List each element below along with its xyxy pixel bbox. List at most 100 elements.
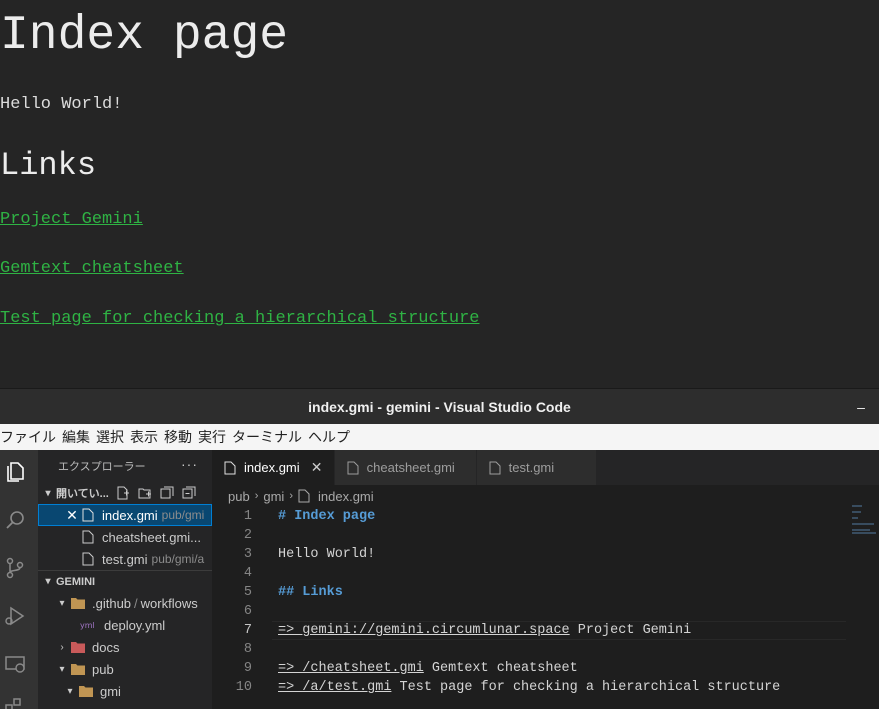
file-icon (82, 530, 94, 544)
close-icon[interactable]: ✕ (64, 507, 80, 524)
explorer-icon[interactable] (3, 460, 27, 484)
breadcrumb: pub › gmi › index.gmi (228, 485, 374, 507)
page-paragraph: Hello World! (0, 95, 123, 114)
activity-bar (0, 450, 38, 709)
close-icon[interactable]: ✕ (310, 459, 324, 476)
tree-folder-gmi[interactable]: ▾ gmi (38, 680, 212, 702)
menu-view[interactable]: 表示 (130, 424, 164, 450)
code-link-text: Test page for checking a hierarchical st… (391, 680, 781, 695)
chevron-right-icon: › (60, 641, 64, 653)
tab-test[interactable]: test.gmi (476, 450, 597, 485)
breadcrumb-file[interactable]: index.gmi (318, 489, 374, 504)
editor-tabs: index.gmi ✕ cheatsheet.gmi test.gmi (212, 450, 879, 485)
explorer-sidebar: エクスプローラー ··· ▾ 開いてい... ✕ index.gmi pub/g… (38, 450, 212, 709)
more-actions-icon[interactable]: ··· (181, 456, 198, 472)
menu-help[interactable]: ヘルプ (308, 424, 356, 450)
code-line: 4 (212, 564, 852, 583)
tree-file-deploy[interactable]: yml deploy.yml (38, 614, 212, 636)
code-line: 8 (212, 640, 852, 659)
code-link[interactable]: => /a/test.gmi (278, 680, 391, 695)
collapse-all-icon[interactable] (181, 485, 197, 501)
svg-text:yml: yml (80, 621, 95, 630)
chevron-down-icon: ▾ (59, 597, 65, 609)
link-test-page[interactable]: Test page for checking a hierarchical st… (0, 308, 479, 330)
breadcrumb-gmi[interactable]: gmi (263, 489, 284, 504)
code-line: 6 (212, 602, 852, 621)
code-line: 5 ## Links (212, 583, 852, 602)
workspace-section[interactable]: ▾ GEMINI (38, 570, 212, 592)
tree-folder-docs[interactable]: › docs (38, 636, 212, 658)
code-link[interactable]: => gemini://gemini.circumlunar.space (278, 623, 570, 638)
menu-terminal[interactable]: ターミナル (232, 424, 308, 450)
explorer-title: エクスプローラー (58, 461, 146, 473)
tab-cheatsheet[interactable]: cheatsheet.gmi (334, 450, 477, 485)
open-editor-name: test.gmi (102, 551, 148, 567)
chevron-down-icon: ▾ (45, 576, 51, 587)
remote-explorer-icon[interactable] (3, 652, 27, 676)
chevron-down-icon: ▾ (45, 487, 51, 499)
window-titlebar: index.gmi - gemini - Visual Studio Code … (0, 388, 879, 424)
code-text: Hello World! (278, 547, 376, 562)
code-line: 9 => /cheatsheet.gmi Gemtext cheatsheet (212, 659, 852, 678)
code-heading: # Index page (278, 509, 376, 524)
code-line-current: 7 => gemini://gemini.circumlunar.space P… (212, 621, 852, 640)
window-title: index.gmi - gemini - Visual Studio Code (308, 399, 571, 415)
tree-folder-github[interactable]: ▾ .github / workflows (38, 592, 212, 614)
open-editor-name: index.gmi (102, 507, 158, 523)
line-number: 2 (243, 528, 252, 543)
open-editor-name: cheatsheet.gmi... (102, 529, 201, 545)
minimap[interactable] (852, 505, 879, 705)
extensions-icon[interactable] (3, 696, 27, 709)
tab-index[interactable]: index.gmi ✕ (212, 450, 335, 485)
yaml-icon: yml (80, 618, 96, 632)
folder-icon (70, 662, 86, 676)
chevron-down-icon: ▾ (67, 685, 73, 697)
breadcrumb-pub[interactable]: pub (228, 489, 250, 504)
code-link[interactable]: => /cheatsheet.gmi (278, 661, 424, 676)
open-editor-path: pub/gmi (161, 508, 205, 522)
tree-item-name: deploy.yml (104, 617, 166, 633)
new-file-icon[interactable] (115, 485, 131, 501)
link-project-gemini[interactable]: Project Gemini (0, 209, 143, 231)
source-control-icon[interactable] (3, 556, 27, 580)
links-heading: Links (0, 147, 97, 184)
tab-label: test.gmi (508, 460, 555, 475)
code-link-text: Gemtext cheatsheet (423, 661, 578, 676)
chevron-down-icon: ▾ (59, 663, 65, 675)
minimize-button[interactable]: – (853, 389, 869, 425)
folder-icon (70, 596, 86, 610)
tree-folder-pub[interactable]: ▾ pub (38, 658, 212, 680)
menu-go[interactable]: 移動 (164, 424, 198, 450)
line-number: 8 (243, 642, 252, 657)
folder-icon (70, 640, 86, 654)
code-line: 3 Hello World! (212, 545, 852, 564)
menu-run[interactable]: 実行 (198, 424, 232, 450)
gemini-page-preview: Index page Hello World! Links Project Ge… (0, 0, 879, 388)
menu-edit[interactable]: 編集 (62, 424, 96, 450)
chevron-right-icon: › (289, 490, 293, 502)
folder-icon (78, 684, 94, 698)
path-separator: / (134, 595, 138, 611)
open-editor-cheatsheet[interactable]: cheatsheet.gmi... (38, 526, 212, 548)
line-number: 4 (243, 566, 252, 581)
tab-label: cheatsheet.gmi (366, 460, 455, 475)
file-icon (347, 461, 359, 475)
workspace-label: GEMINI (56, 575, 96, 588)
line-number: 5 (243, 585, 252, 600)
menu-file[interactable]: ファイル (0, 424, 62, 450)
open-editors-section[interactable]: ▾ 開いてい... (38, 482, 212, 504)
run-debug-icon[interactable] (3, 604, 27, 628)
search-icon[interactable] (3, 508, 27, 532)
new-folder-icon[interactable] (137, 485, 153, 501)
open-editor-index[interactable]: ✕ index.gmi pub/gmi (38, 504, 212, 526)
save-all-icon[interactable] (159, 485, 175, 501)
line-number: 6 (243, 604, 252, 619)
open-editors-label: 開いてい... (56, 488, 109, 500)
file-icon (82, 552, 94, 566)
open-editor-test[interactable]: test.gmi pub/gmi/a (38, 548, 212, 570)
menu-selection[interactable]: 選択 (96, 424, 130, 450)
chevron-right-icon: › (254, 490, 259, 502)
link-gemtext-cheatsheet[interactable]: Gemtext cheatsheet (0, 258, 184, 280)
code-editor[interactable]: 1 # Index page 2 3 Hello World! 4 5 ## L… (212, 507, 852, 697)
code-line: 1 # Index page (212, 507, 852, 526)
